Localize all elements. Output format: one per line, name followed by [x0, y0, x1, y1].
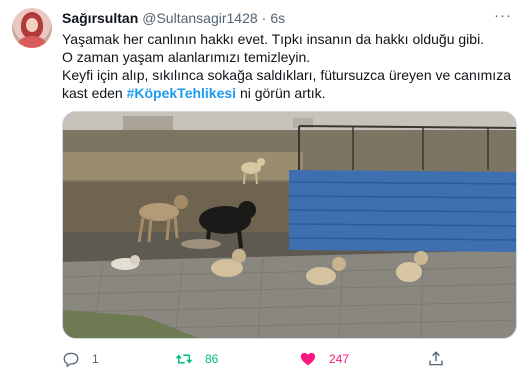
- street-dogs-photo: [63, 112, 516, 338]
- tweet-text-fragment: ni görün artık.: [236, 85, 326, 101]
- retweet-button[interactable]: 86: [175, 348, 218, 370]
- speech-bubble-icon: [63, 352, 79, 368]
- tweet-text-line: Keyfi için alıp, sıkılınca sokağa saldık…: [62, 67, 511, 83]
- avatar[interactable]: [12, 8, 52, 48]
- retweet-arrows-icon: [175, 354, 193, 364]
- hashtag-link[interactable]: #KöpekTehlikesi: [127, 85, 236, 101]
- share-button[interactable]: [427, 348, 457, 370]
- tweet-text-line: Yaşamak her canlının hakkı evet. Tıpkı i…: [62, 31, 485, 47]
- like-count: 247: [329, 352, 350, 366]
- reply-button[interactable]: 1: [62, 348, 99, 370]
- retweet-count: 86: [205, 352, 219, 366]
- reply-count: 1: [92, 352, 99, 366]
- tweet-text-line: O zaman yaşam alanlarımızı temizleyin.: [62, 49, 311, 65]
- tweet-photo[interactable]: [62, 111, 517, 339]
- user-handle[interactable]: @Sultansagir1428: [142, 10, 257, 26]
- avatar-body: [18, 36, 46, 48]
- tweet-header: Sağırsultan @Sultansagir1428 · 6s: [62, 9, 285, 27]
- display-name[interactable]: Sağırsultan: [62, 10, 138, 26]
- more-options-icon[interactable]: ···: [492, 6, 514, 24]
- like-button[interactable]: 247: [299, 348, 349, 370]
- tweet-actions: 1 86 247: [62, 348, 517, 370]
- tweet-text: Yaşamak her canlının hakkı evet. Tıpkı i…: [62, 30, 517, 102]
- tweet-text-fragment: kast eden: [62, 85, 127, 101]
- avatar-face: [26, 18, 38, 32]
- timestamp[interactable]: 6s: [270, 10, 285, 26]
- tweet-text-line: kast eden #KöpekTehlikesi ni görün artık…: [62, 84, 517, 102]
- tweet[interactable]: Sağırsultan @Sultansagir1428 · 6s ··· Ya…: [0, 0, 528, 376]
- separator-dot: ·: [261, 10, 267, 26]
- heart-icon: [300, 352, 316, 366]
- upload-arrow-icon: [429, 351, 443, 366]
